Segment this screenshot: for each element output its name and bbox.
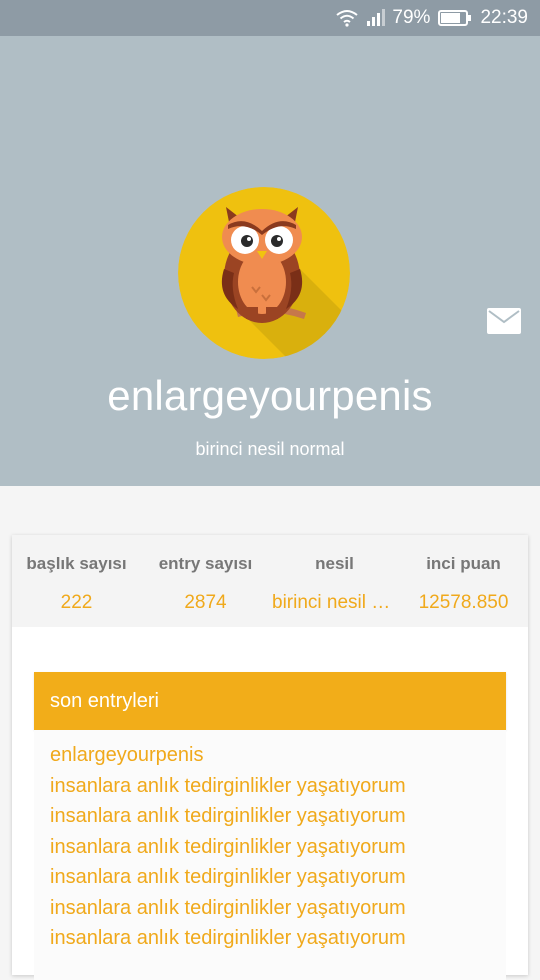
stat-karma: inci puan 12578.850 xyxy=(399,535,528,627)
stat-value: birinci nesil normal xyxy=(272,592,399,613)
stat-value[interactable]: 222 xyxy=(12,592,141,614)
battery-percent: 79% xyxy=(392,7,431,28)
stat-label: entry sayısı xyxy=(158,554,253,573)
battery-fill xyxy=(441,13,461,23)
cell-signal-icon xyxy=(366,9,386,27)
entry-link[interactable]: insanlara anlık tedirginlikler yaşatıyor… xyxy=(50,862,506,893)
clock: 22:39 xyxy=(480,7,528,28)
stat-label: nesil xyxy=(315,554,354,573)
profile-card: başlık sayısı 222 entry sayısı 2874 nesi… xyxy=(12,535,528,980)
stats-row: başlık sayısı 222 entry sayısı 2874 nesi… xyxy=(12,535,528,627)
stat-value[interactable]: 2874 xyxy=(141,592,270,614)
stat-generation: nesil birinci nesil normal xyxy=(270,535,399,627)
send-message-button[interactable] xyxy=(486,307,522,335)
stat-entry-count: entry sayısı 2874 xyxy=(141,535,270,627)
recent-entries-header: son entryleri xyxy=(34,672,506,730)
entry-link[interactable]: insanlara anlık tedirginlikler yaşatıyor… xyxy=(50,832,506,863)
status-bar: 79% 22:39 xyxy=(0,0,540,36)
stat-label: başlık sayısı xyxy=(26,554,127,573)
stat-topic-count: başlık sayısı 222 xyxy=(12,535,141,627)
mail-icon xyxy=(487,308,521,334)
entry-link[interactable]: insanlara anlık tedirginlikler yaşatıyor… xyxy=(50,923,506,954)
entry-link[interactable]: enlargeyourpenis xyxy=(50,740,506,771)
entry-link[interactable]: insanlara anlık tedirginlikler yaşatıyor… xyxy=(50,801,506,832)
user-subtitle: birinci nesil normal xyxy=(195,439,345,459)
profile-header: enlargeyourpenis birinci nesil normal xyxy=(0,36,540,486)
wifi-icon xyxy=(336,9,359,27)
recent-entries-list: enlargeyourpenis insanlara anlık tedirgi… xyxy=(34,730,506,980)
owl-avatar[interactable] xyxy=(178,187,350,359)
stat-value: 12578.850 xyxy=(418,592,509,613)
stat-label: inci puan xyxy=(426,554,501,573)
entry-link[interactable]: insanlara anlık tedirginlikler yaşatıyor… xyxy=(50,893,506,924)
battery-icon xyxy=(438,10,472,26)
username: enlargeyourpenis xyxy=(107,372,433,419)
entry-link[interactable]: insanlara anlık tedirginlikler yaşatıyor… xyxy=(50,771,506,802)
